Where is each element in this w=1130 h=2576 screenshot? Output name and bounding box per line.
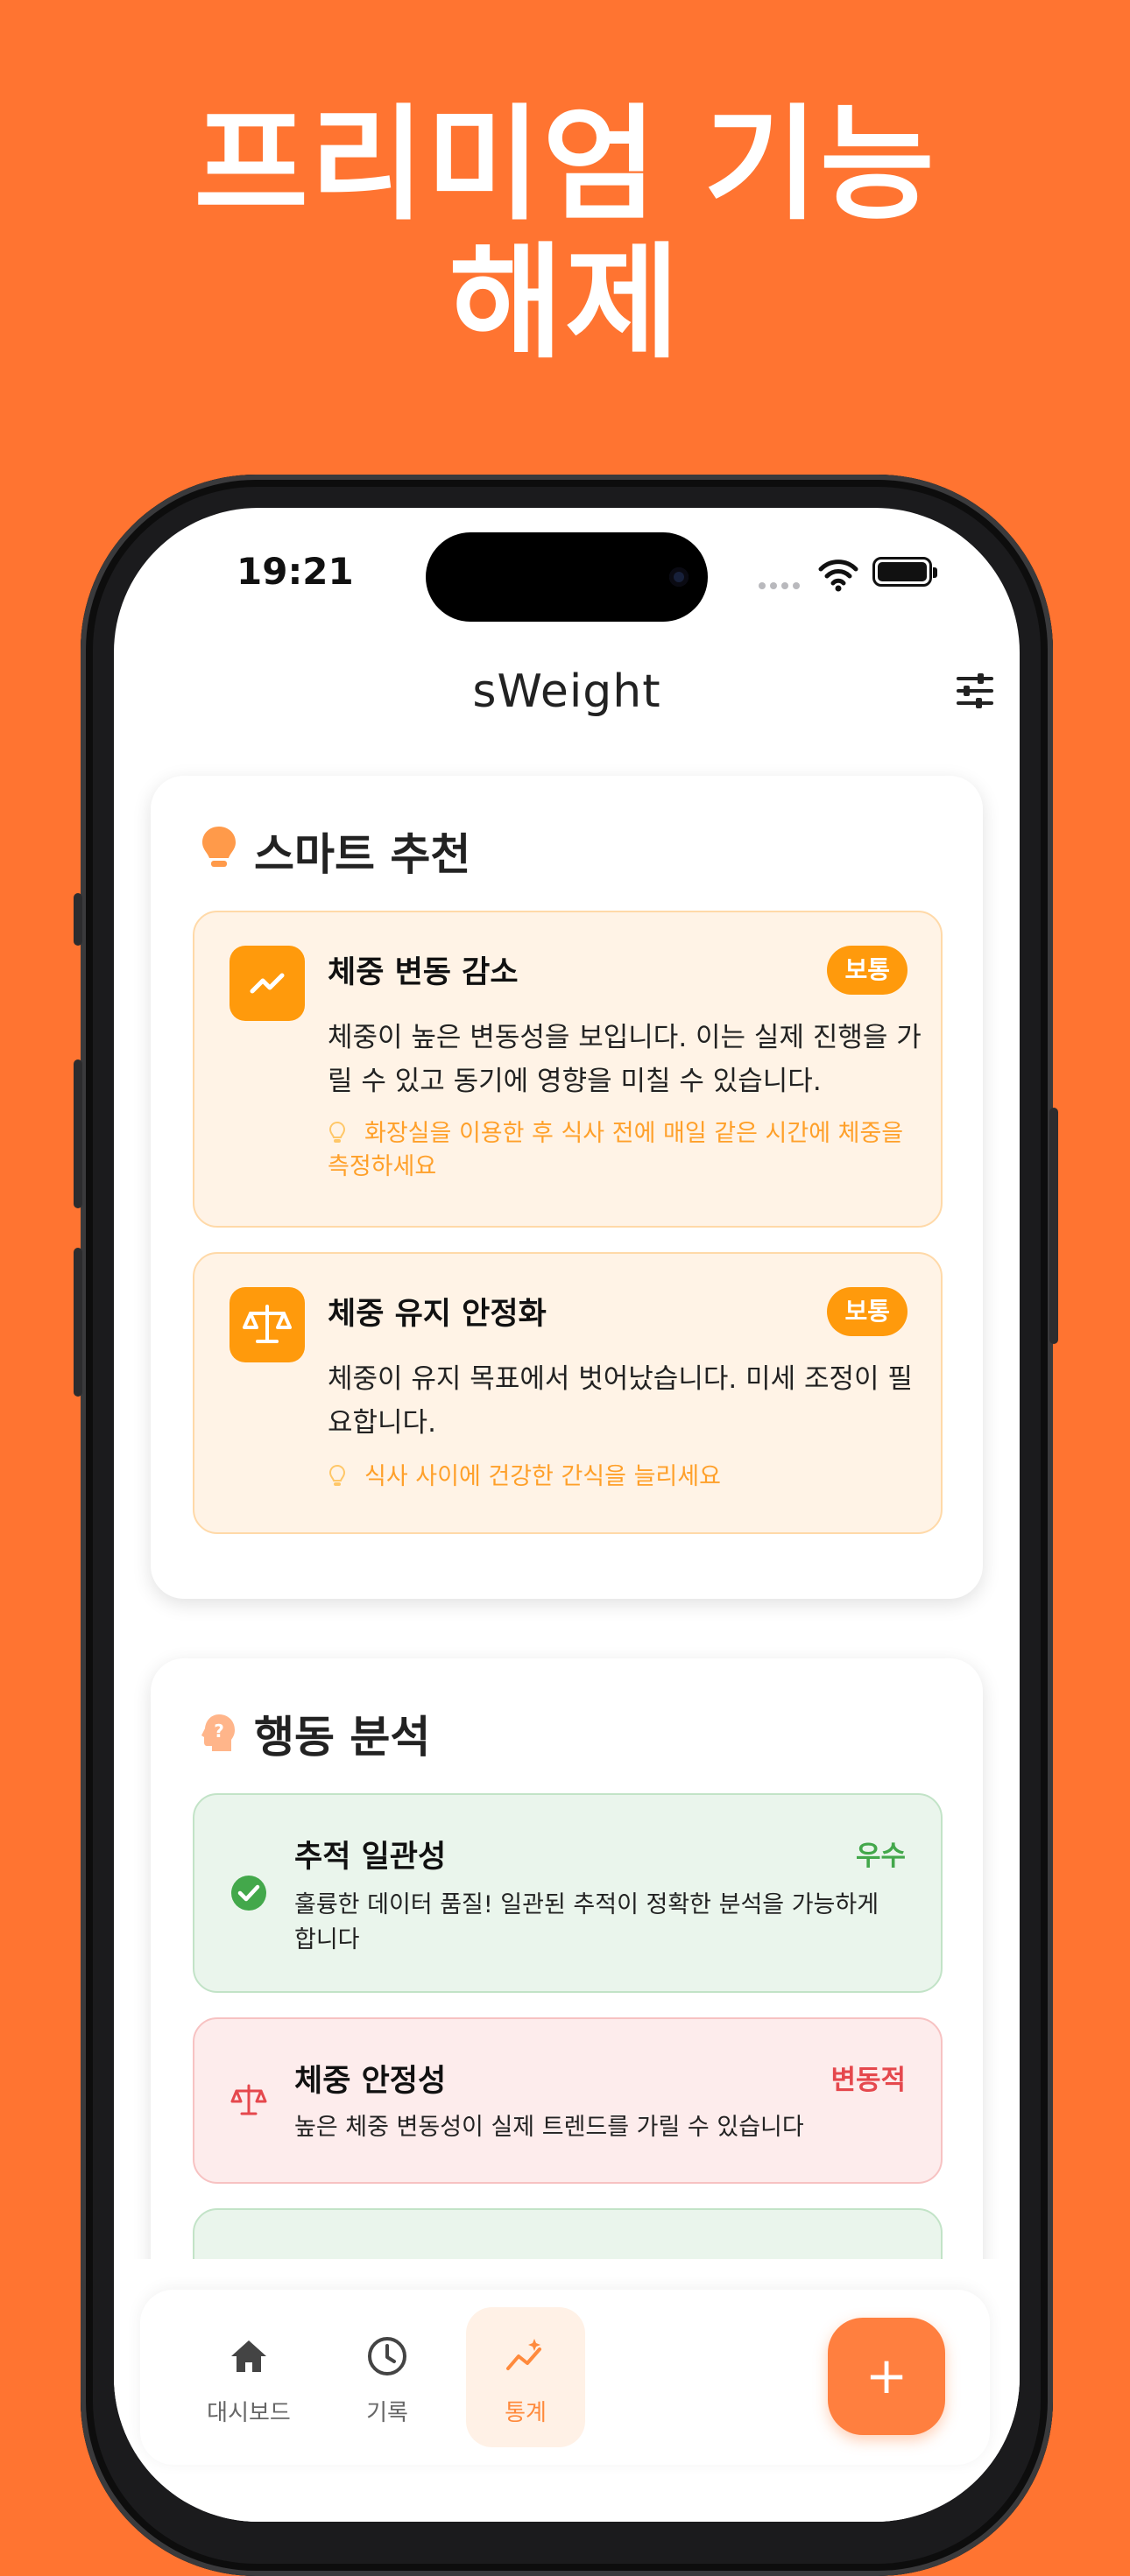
wifi-icon <box>818 560 858 592</box>
head-question-icon: ? <box>201 1714 235 1751</box>
recommendation-description: 체중이 높은 변동성을 보입니다. 이는 실제 진행을 가릴 수 있고 동기에 … <box>328 1022 922 1097</box>
scale-icon <box>230 2084 267 2115</box>
status-time: 19:21 <box>237 550 354 593</box>
lightbulb-icon <box>202 827 236 867</box>
recommendation-tip: 식사 사이에 건강한 간식을 늘리세요 <box>328 1460 923 1494</box>
nav-statistics-label: 통계 <box>505 2400 547 2426</box>
tip-lightbulb-icon <box>329 1122 345 1143</box>
priority-badge: 보통 <box>827 946 908 995</box>
chart-icon <box>506 2339 541 2370</box>
clock-icon <box>368 2337 406 2375</box>
signal-icon <box>759 576 808 589</box>
behavior-status: 우수 <box>855 1841 906 1872</box>
tip-lightbulb-icon <box>329 1465 345 1486</box>
bottom-navigation: 대시보드 기록 통계 + <box>140 2290 990 2465</box>
dynamic-island <box>426 532 708 622</box>
behavior-description: 훌륭한 데이터 품질! 일관된 추적이 정확한 분석을 가능하게 합니다 <box>294 1891 879 1953</box>
trend-icon <box>230 946 305 1021</box>
phone-power-button <box>1049 1108 1058 1344</box>
recommendation-title: 체중 유지 안정화 <box>328 1297 547 1332</box>
behavior-title: 체중 안정성 <box>294 2064 447 2099</box>
behavior-analysis-title: 행동 분석 <box>254 1712 431 1763</box>
recommendation-item[interactable]: 체중 유지 안정화 보통 체중이 유지 목표에서 벗어났습니다. 미세 조정이 … <box>193 1252 943 1534</box>
phone-volume-down-button <box>74 1248 82 1397</box>
add-entry-button[interactable]: + <box>828 2318 945 2435</box>
behavior-status: 변동적 <box>830 2065 906 2096</box>
front-camera <box>669 567 689 587</box>
recommendation-tip: 화장실을 이용한 후 식사 전에 매일 같은 시간에 체중을 측정하세요 <box>328 1117 923 1184</box>
promo-headline: 프리미엄 기능 해제 <box>0 96 1130 373</box>
phone-screen: 19:21 sWeight 스마트 추천 체중 변동 감소 보통 체중이 높은 … <box>114 508 1020 2522</box>
scale-icon <box>230 1287 305 1362</box>
phone-volume-up-button <box>74 1059 82 1208</box>
behavior-description: 높은 체중 변동성이 실제 트렌드를 가릴 수 있습니다 <box>294 2114 804 2141</box>
nav-statistics[interactable]: 통계 <box>466 2307 585 2447</box>
recommendation-item[interactable]: 체중 변동 감소 보통 체중이 높은 변동성을 보입니다. 이는 실제 진행을 … <box>193 911 943 1228</box>
headline-line-1: 프리미엄 기능 <box>194 93 936 237</box>
nav-dashboard[interactable]: 대시보드 <box>189 2307 308 2447</box>
behavior-item[interactable]: 체중 안정성 변동적 높은 체중 변동성이 실제 트렌드를 가릴 수 있습니다 <box>193 2017 943 2184</box>
nav-history-label: 기록 <box>366 2400 408 2426</box>
check-circle-icon <box>231 1876 266 1911</box>
priority-badge: 보통 <box>827 1287 908 1336</box>
behavior-item[interactable]: 추적 일관성 우수 훌륭한 데이터 품질! 일관된 추적이 정확한 분석을 가능… <box>193 1793 943 1993</box>
nav-history[interactable]: 기록 <box>328 2307 447 2447</box>
home-icon <box>231 2340 266 2372</box>
nav-dashboard-label: 대시보드 <box>207 2400 291 2426</box>
battery-icon <box>872 557 937 587</box>
behavior-analysis-card: ? 행동 분석 추적 일관성 우수 훌륭한 데이터 품질! 일관된 추적이 정확… <box>151 1658 983 2324</box>
recommendation-title: 체중 변동 감소 <box>328 955 519 990</box>
tip-text: 화장실을 이용한 후 식사 전에 매일 같은 시간에 체중을 측정하세요 <box>328 1120 904 1180</box>
smart-recommendations-card: 스마트 추천 체중 변동 감소 보통 체중이 높은 변동성을 보입니다. 이는 … <box>151 776 983 1599</box>
behavior-title: 추적 일관성 <box>294 1840 447 1875</box>
smart-recommendations-title: 스마트 추천 <box>254 829 471 880</box>
app-title: sWeight <box>472 665 661 718</box>
phone-action-button <box>74 893 82 946</box>
headline-line-2: 해제 <box>448 231 682 376</box>
svg-text:?: ? <box>214 1721 224 1742</box>
recommendation-description: 체중이 유지 목표에서 벗어났습니다. 미세 조정이 필요합니다. <box>328 1363 913 1439</box>
settings-sliders-icon[interactable] <box>955 671 995 711</box>
tip-text: 식사 사이에 건강한 간식을 늘리세요 <box>364 1463 721 1490</box>
